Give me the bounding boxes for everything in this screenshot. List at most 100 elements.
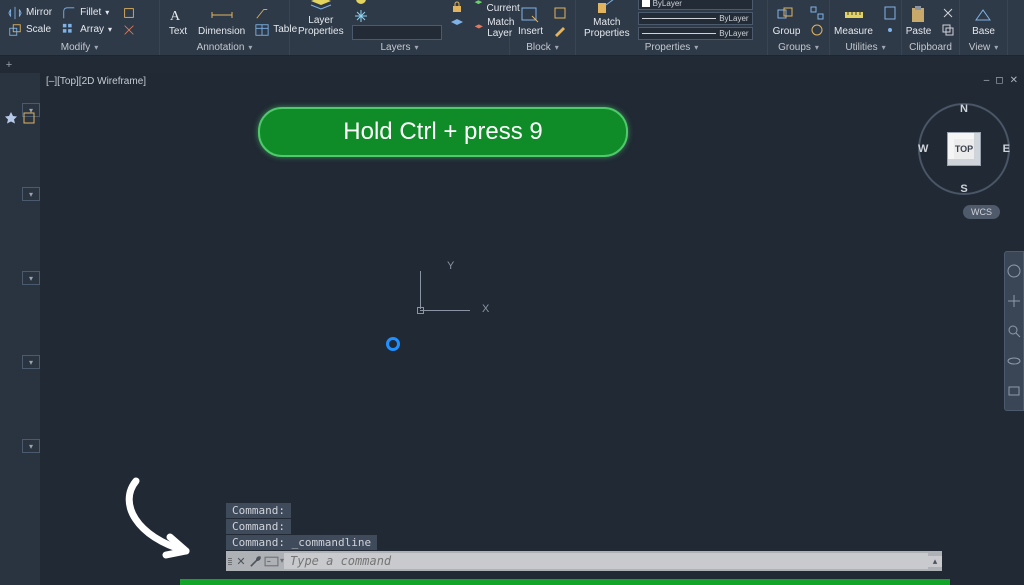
command-recent-button[interactable]: ▴ [928, 556, 942, 567]
compass-s[interactable]: S [960, 183, 967, 195]
navigation-bar [1004, 251, 1024, 411]
scale-button[interactable]: Scale [6, 22, 54, 38]
base-label: Base [972, 26, 995, 37]
ucs-x-label: X [482, 303, 489, 315]
viewport-close[interactable]: ✕ [1010, 75, 1018, 86]
util-btn-1[interactable] [881, 5, 899, 21]
drawing-canvas[interactable]: [–][Top][2D Wireframe] – ◻ ✕ Hold Ctrl +… [40, 73, 1024, 585]
left-palette-bar: ▾ ▾ ▾ ▾ ▾ [0, 73, 40, 585]
panel-title-utilities[interactable]: Utilities [836, 40, 895, 55]
util-btn-2[interactable] [881, 22, 899, 38]
color-dropdown[interactable]: ByLayer [638, 0, 753, 10]
array-label: Array [80, 24, 104, 35]
lineweight-dropdown[interactable]: ByLayer [638, 12, 753, 25]
panel-annotation: A Text Dimension Table Annotation [160, 0, 290, 55]
paste-button[interactable]: Paste [904, 5, 934, 38]
command-history-line: Command: [226, 503, 291, 518]
panel-title-properties[interactable]: Properties [582, 40, 761, 55]
panel-title-block[interactable]: Block [516, 40, 569, 55]
paste-label: Paste [906, 26, 932, 37]
group-button[interactable]: Group [771, 5, 803, 38]
panel-groups: Group Groups [768, 0, 830, 55]
layer-btn-a1[interactable] [352, 0, 442, 7]
text-button[interactable]: A Text [166, 5, 190, 38]
svg-text:A: A [170, 9, 181, 24]
palette-drop-2[interactable]: ▾ [22, 187, 40, 201]
layer-properties-label: Layer Properties [298, 15, 344, 37]
measure-button[interactable]: Measure [832, 5, 875, 38]
command-history-line: Command: [226, 519, 291, 534]
nav-wheel-icon[interactable] [1007, 264, 1021, 278]
nav-showmotion-icon[interactable] [1007, 384, 1021, 398]
panel-clipboard: Paste Clipboard [902, 0, 960, 55]
command-prompt-icon[interactable]: ▾ [264, 554, 284, 569]
panel-modify: Mirror Scale Fillet ▾ Array ▾ [0, 0, 160, 55]
copy-button[interactable] [939, 22, 957, 38]
command-grip[interactable] [226, 556, 234, 567]
cut-button[interactable] [939, 5, 957, 21]
nav-pan-icon[interactable] [1007, 294, 1021, 308]
compass-n[interactable]: N [960, 103, 968, 115]
view-cube[interactable]: N S E W TOP [918, 103, 1010, 195]
modify-extra-1[interactable] [120, 5, 138, 21]
panel-title-clipboard[interactable]: Clipboard [908, 40, 953, 55]
layer-btn-b2[interactable] [448, 16, 466, 32]
palette-drop-3[interactable]: ▾ [22, 271, 40, 285]
array-button[interactable]: Array ▾ [60, 22, 114, 38]
panel-title-layers[interactable]: Layers [296, 40, 503, 55]
group-edit-icon [810, 23, 824, 37]
ungroup-button[interactable] [808, 5, 826, 21]
block-create-icon [553, 6, 567, 20]
panel-layers: Layer Properties Make Current Match Laye… [290, 0, 510, 55]
mirror-button[interactable]: Mirror [6, 5, 54, 21]
panel-title-view[interactable]: View [966, 40, 1001, 55]
block-edit-button[interactable] [551, 22, 569, 38]
panel-title-annotation[interactable]: Annotation [166, 40, 283, 55]
new-tab-button[interactable]: + [2, 58, 16, 72]
nav-zoom-icon[interactable] [1007, 324, 1021, 338]
wcs-badge[interactable]: WCS [963, 205, 1000, 219]
block-create-button[interactable] [551, 5, 569, 21]
fillet-button[interactable]: Fillet ▾ [60, 5, 114, 21]
paste-icon [908, 6, 930, 24]
insert-button[interactable]: Insert [516, 5, 545, 38]
panel-block: Insert Block [510, 0, 576, 55]
dimension-button[interactable]: Dimension [196, 5, 247, 38]
point-icon [883, 23, 897, 37]
viewport-label[interactable]: [–][Top][2D Wireframe] [46, 76, 146, 87]
command-input[interactable] [284, 553, 928, 569]
group-icon [776, 6, 798, 24]
command-line: Command: Command: Command: _commandline … [226, 503, 942, 571]
panel-title-modify[interactable]: Modify [6, 40, 153, 55]
leader-icon [255, 6, 269, 20]
text-icon: A [168, 6, 188, 24]
palette-drop-4[interactable]: ▾ [22, 355, 40, 369]
command-close-button[interactable]: ✕ [234, 555, 248, 568]
block-edit-icon [553, 23, 567, 37]
palette-icon-1[interactable] [4, 111, 18, 125]
scale-label: Scale [26, 24, 51, 35]
group-edit-button[interactable] [808, 22, 826, 38]
layer-dropdown[interactable] [352, 25, 442, 40]
view-cube-face[interactable]: TOP [947, 132, 981, 166]
modify-extra-2[interactable] [120, 22, 138, 38]
palette-drop-5[interactable]: ▾ [22, 439, 40, 453]
compass-e[interactable]: E [1003, 143, 1010, 155]
panel-title-groups[interactable]: Groups [774, 40, 823, 55]
viewport-minimize[interactable]: – [984, 75, 990, 86]
linetype-dropdown[interactable]: ByLayer [638, 27, 753, 40]
palette-icon-2[interactable] [22, 111, 36, 125]
layer-properties-button[interactable]: Layer Properties [296, 0, 346, 38]
command-history-line: Command: _commandline [226, 535, 377, 550]
command-customize-button[interactable] [248, 553, 264, 569]
base-button[interactable]: Base [970, 5, 997, 38]
nav-orbit-icon[interactable] [1007, 354, 1021, 368]
layer-btn-b1[interactable] [448, 0, 466, 15]
match-properties-button[interactable]: Match Properties [582, 0, 632, 40]
compass-w[interactable]: W [918, 143, 928, 155]
fillet-icon [62, 6, 76, 20]
command-input-row: ✕ ▾ ▴ [226, 551, 942, 571]
layer-btn-a2[interactable] [352, 8, 442, 24]
viewport-maximize[interactable]: ◻ [995, 75, 1003, 86]
group-label: Group [773, 26, 801, 37]
